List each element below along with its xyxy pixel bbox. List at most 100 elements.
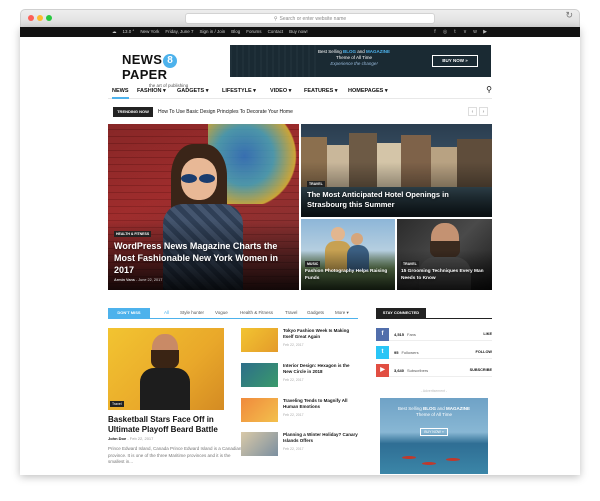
youtube-unit: Subscribers — [407, 368, 429, 373]
ad2-line1-b: BLOG — [423, 406, 436, 411]
tab-more[interactable]: More ▾ — [335, 308, 349, 318]
minimize-window-button[interactable] — [37, 15, 43, 21]
side-post-title[interactable]: Planning a Winter Holiday? Canary Island… — [283, 432, 359, 444]
youtube-icon[interactable]: ▶ — [480, 27, 490, 37]
list-item[interactable]: Tokyo Fashion Week Is Making Itself Grea… — [241, 328, 361, 354]
facebook-icon[interactable]: f — [376, 328, 389, 341]
featured-2-title[interactable]: The Most Anticipated Hotel Openings in S… — [307, 190, 487, 210]
banner-buy-button[interactable]: BUY NOW » — [432, 55, 478, 67]
nav-item-video[interactable]: VIDEO ▾ — [270, 83, 291, 99]
trending-next-button[interactable]: › — [479, 107, 488, 116]
side-post-title[interactable]: Interior Design: Hexagon is the New Circ… — [283, 363, 359, 375]
featured-post-main[interactable]: HEALTH & FITNESS WordPress News Magazine… — [108, 124, 299, 290]
list-item[interactable]: Traveling Tends to Magnify All Human Emo… — [241, 398, 361, 424]
topbar-link-blog[interactable]: Blog — [231, 29, 240, 34]
featured-post-4[interactable]: TRAVEL 15 Grooming Techniques Every Man … — [397, 219, 492, 290]
topbar-link-contact[interactable]: Contact — [268, 29, 284, 34]
main-post-title[interactable]: Basketball Stars Face Off in Ultimate Pl… — [108, 415, 238, 435]
facebook-unit: Fans — [407, 332, 416, 337]
search-icon[interactable]: ⚲ — [486, 85, 492, 94]
side-post-thumb — [241, 432, 278, 456]
facebook-like-button[interactable]: LIKE — [483, 328, 492, 341]
side-post-date: Feb 22, 2017 — [283, 413, 304, 417]
side-post-title[interactable]: Tokyo Fashion Week Is Making Itself Grea… — [283, 328, 359, 340]
logo-word-news: NEWS — [122, 52, 163, 67]
instagram-icon[interactable]: ◎ — [440, 27, 450, 37]
banner-line1-c: and — [356, 49, 367, 54]
nav-item-fashion[interactable]: FASHION ▾ — [137, 83, 166, 99]
advertisement-label: - Advertisement - — [420, 389, 448, 393]
topbar-social: f ◎ t v w ▶ — [430, 27, 490, 37]
nav-item-homepages[interactable]: HOMEPAGES ▾ — [348, 83, 388, 99]
topbar-link-buy[interactable]: Buy now! — [289, 29, 308, 34]
main-post-author[interactable]: John Doe — [108, 436, 126, 441]
featured-main-author[interactable]: Armin Vans — [114, 278, 135, 282]
main-post-meta: John Doe - Feb 22, 2017 — [108, 436, 154, 441]
stay-connected-underline — [376, 318, 492, 319]
banner-line1-d: MAGAZINE — [366, 49, 391, 54]
featured-main-date: June 22, 2017 — [138, 278, 163, 282]
sidebar-ad[interactable]: Best Selling BLOG and MAGAZINE Theme of … — [380, 398, 488, 474]
side-post-date: Feb 22, 2017 — [283, 343, 304, 347]
nav-item-news[interactable]: NEWS — [112, 83, 129, 99]
address-bar-placeholder: Search or enter website name — [279, 16, 347, 22]
address-bar[interactable]: ⚲ Search or enter website name — [185, 13, 435, 24]
banner-line3: Experience the change! — [330, 61, 378, 66]
nav-item-features[interactable]: FEATURES ▾ — [304, 83, 338, 99]
section-label: DON'T MISS — [108, 308, 150, 318]
topbar-link-forums[interactable]: Forums — [246, 29, 261, 34]
browser-chrome: ⚲ Search or enter website name ↻ — [20, 9, 580, 27]
nav-item-gadgets[interactable]: GADGETS ▾ — [177, 83, 209, 99]
current-date: Friday, June 7 — [165, 29, 194, 34]
trending-headline[interactable]: How To Use Basic Design Principles To De… — [158, 107, 293, 117]
main-post-category[interactable]: Travel — [110, 401, 124, 407]
main-post-image[interactable]: Travel — [108, 328, 224, 410]
ad2-line1-c: and — [436, 406, 447, 411]
ad2-line1-d: MAGAZINE — [446, 406, 471, 411]
website-viewport: ☁ 13.0 ° New York Friday, June 7 Sign in / J… — [20, 27, 580, 475]
featured-3-title[interactable]: Fashion Photography Helps Raising Funds — [305, 269, 391, 282]
list-item[interactable]: Planning a Winter Holiday? Canary Island… — [241, 432, 361, 458]
vk-icon[interactable]: w — [470, 27, 480, 37]
sidebar-ad-buy-button[interactable]: BUY NOW » — [420, 428, 448, 436]
tab-travel[interactable]: Travel — [285, 308, 297, 318]
close-window-button[interactable] — [28, 15, 34, 21]
topbar-link-signin[interactable]: Sign in / Join — [200, 29, 226, 34]
youtube-subscribe-button[interactable]: SUBSCRIBE — [470, 364, 492, 377]
featured-3-category[interactable]: MUSIC — [305, 261, 321, 267]
featured-4-title[interactable]: 15 Grooming Techniques Every Man Needs t… — [401, 269, 489, 282]
list-item[interactable]: Interior Design: Hexagon is the New Circ… — [241, 363, 361, 389]
featured-2-category[interactable]: TRAVEL — [307, 181, 325, 187]
tab-gadgets[interactable]: Gadgets — [307, 308, 324, 318]
social-row-facebook: f 4,515 Fans LIKE — [376, 328, 492, 341]
featured-post-2[interactable]: TRAVEL The Most Anticipated Hotel Openin… — [301, 124, 492, 217]
youtube-icon[interactable]: ▶ — [376, 364, 389, 377]
youtube-count: 3,640 — [394, 368, 405, 373]
featured-4-category[interactable]: TRAVEL — [401, 261, 419, 267]
vimeo-icon[interactable]: v — [460, 27, 470, 37]
tab-style-hunter[interactable]: Style hunter — [180, 308, 204, 318]
tab-health-fitness[interactable]: Health & Fitness — [240, 308, 273, 318]
featured-main-meta: Armin Vans - June 22, 2017 — [114, 278, 163, 282]
site-logo[interactable]: NEWS 8PAPER the art of publishing — [122, 52, 220, 89]
logo-digit: 8 — [163, 54, 178, 68]
twitter-icon[interactable]: t — [450, 27, 460, 37]
trending-prev-button[interactable]: ‹ — [468, 107, 477, 116]
reload-icon[interactable]: ↻ — [565, 10, 573, 21]
featured-post-3[interactable]: MUSIC Fashion Photography Helps Raising … — [301, 219, 395, 290]
twitter-follow-button[interactable]: FOLLOW — [476, 346, 492, 359]
facebook-icon[interactable]: f — [430, 27, 440, 37]
side-post-title[interactable]: Traveling Tends to Magnify All Human Emo… — [283, 398, 359, 410]
search-icon: ⚲ — [273, 16, 278, 22]
featured-main-category[interactable]: HEALTH & FITNESS — [114, 231, 152, 237]
tab-all[interactable]: All — [164, 308, 169, 318]
weather-icon: ☁ — [112, 29, 117, 34]
twitter-icon[interactable]: t — [376, 346, 389, 359]
maximize-window-button[interactable] — [46, 15, 52, 21]
featured-main-title[interactable]: WordPress News Magazine Charts the Most … — [114, 240, 294, 276]
tab-vogue[interactable]: Vogue — [215, 308, 228, 318]
kayak-shape — [402, 456, 416, 459]
header-banner-ad[interactable]: Best Selling BLOG and MAGAZINE Theme of … — [230, 45, 491, 77]
nav-item-lifestyle[interactable]: LIFESTYLE ▾ — [222, 83, 256, 99]
kayak-shape — [422, 462, 436, 465]
